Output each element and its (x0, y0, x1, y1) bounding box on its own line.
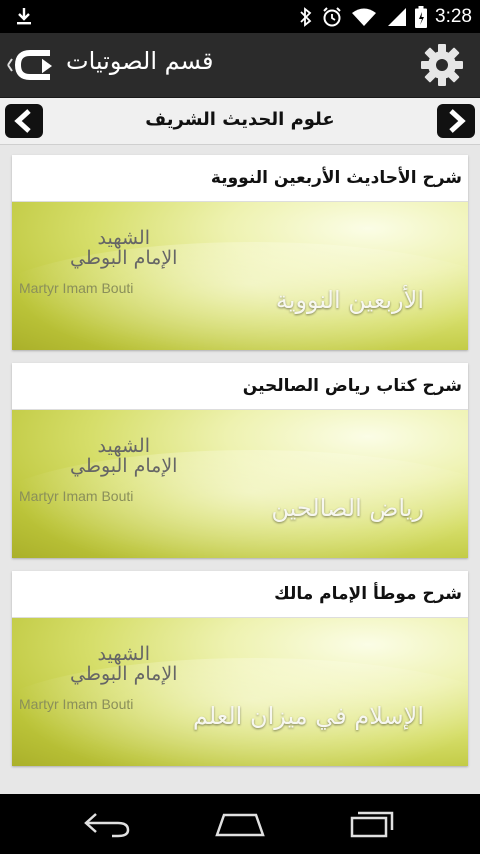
back-arrow-icon[interactable] (4, 47, 60, 83)
signal-icon (388, 8, 407, 26)
banner-caption: رياض الصالحين (271, 494, 424, 522)
logo-english: Martyr Imam Bouti (19, 280, 134, 296)
logo-arabic-line2: الإمام البوطي (70, 455, 178, 477)
logo-english: Martyr Imam Bouti (19, 488, 134, 504)
item-title: شرح الأحاديث الأربعين النووية (12, 155, 468, 202)
logo-english: Martyr Imam Bouti (19, 696, 134, 712)
battery-icon (415, 6, 428, 28)
status-bar: 3:28 (0, 0, 480, 33)
logo-arabic-line1: الشهيد (97, 227, 150, 249)
home-icon[interactable] (214, 810, 266, 838)
action-bar: قسم الصوتيات (0, 33, 480, 99)
logo-arabic-line2: الإمام البوطي (70, 247, 178, 269)
logo-arabic-line1: الشهيد (97, 643, 150, 665)
category-header: علوم الحديث الشريف (0, 98, 480, 145)
bluetooth-icon (300, 7, 312, 27)
alarm-icon (323, 7, 341, 27)
item-title: شرح موطأ الإمام مالك (12, 571, 468, 618)
clock-time: 3:28 (435, 6, 472, 27)
gear-icon[interactable] (420, 43, 464, 87)
download-icon (17, 8, 31, 25)
chevron-right-icon (449, 109, 466, 133)
recent-apps-icon[interactable] (348, 810, 398, 838)
banner-caption: الأربعين النووية (275, 286, 424, 314)
logo-arabic: الشهيد الإمام البوطي (70, 644, 177, 684)
page-title: قسم الصوتيات (66, 47, 214, 75)
wifi-icon (352, 8, 377, 26)
logo-arabic-line1: الشهيد (97, 435, 150, 457)
next-category-button[interactable] (437, 104, 475, 138)
banner-caption: الإسلام في ميزان العلم (192, 702, 424, 730)
category-title: علوم الحديث الشريف (145, 109, 335, 130)
logo-arabic-line2: الإمام البوطي (70, 663, 178, 685)
item-banner[interactable]: الشهيد الإمام البوطي Martyr Imam Bouti ا… (12, 202, 468, 350)
system-navigation-bar (0, 794, 480, 854)
item-title: شرح كتاب رياض الصالحين (12, 363, 468, 410)
item-banner[interactable]: الشهيد الإمام البوطي Martyr Imam Bouti ا… (12, 618, 468, 766)
list-item[interactable]: شرح موطأ الإمام مالك الشهيد الإمام البوط… (12, 571, 468, 766)
back-icon[interactable] (82, 810, 132, 838)
logo-arabic: الشهيد الإمام البوطي (70, 436, 177, 476)
list-item[interactable]: شرح الأحاديث الأربعين النووية الشهيد الإ… (12, 155, 468, 350)
logo-arabic: الشهيد الإمام البوطي (70, 228, 177, 268)
item-banner[interactable]: الشهيد الإمام البوطي Martyr Imam Bouti ر… (12, 410, 468, 558)
list-item[interactable]: شرح كتاب رياض الصالحين الشهيد الإمام الب… (12, 363, 468, 558)
